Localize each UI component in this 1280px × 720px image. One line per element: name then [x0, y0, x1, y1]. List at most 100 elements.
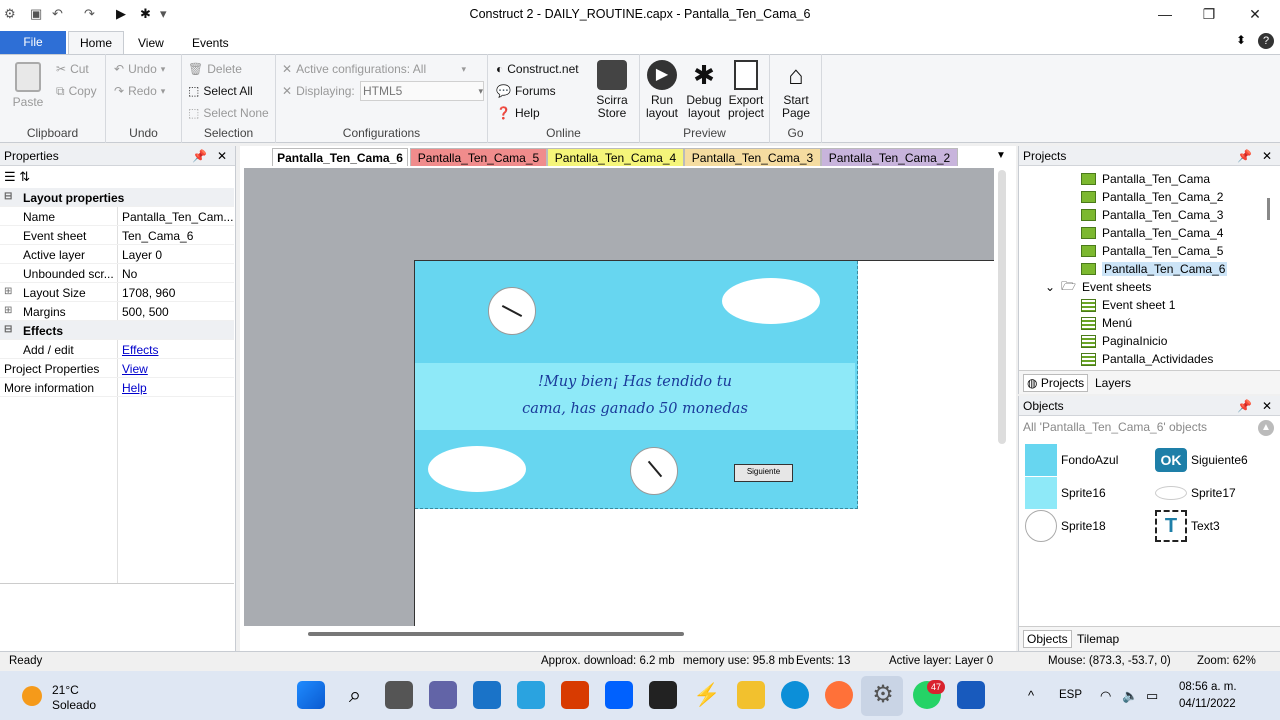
clock-date[interactable]: 04/11/2022 — [1179, 698, 1236, 710]
message-line-2[interactable]: cama, has ganado 50 monedas — [415, 401, 855, 417]
tab-events[interactable]: Events — [180, 33, 241, 54]
firefox-icon[interactable] — [825, 681, 853, 709]
property-row[interactable]: Active layer Layer 0 — [0, 245, 234, 264]
tree-layout-item[interactable]: Pantalla_Ten_Cama_4 — [1081, 224, 1223, 242]
property-row[interactable]: Project Properties View — [0, 359, 234, 378]
collapse-icon[interactable]: ⊟ — [4, 191, 12, 202]
sort-alpha-icon[interactable]: ⇅ — [19, 169, 30, 184]
doc-tab[interactable]: Pantalla_Ten_Cama_6 ✕ — [272, 148, 408, 179]
weather-sun-icon[interactable] — [22, 686, 42, 706]
paste-button[interactable]: Paste — [8, 62, 48, 109]
object-text3[interactable]: T Text3 — [1155, 510, 1220, 542]
vertical-scrollbar[interactable] — [998, 170, 1006, 444]
battery-icon[interactable]: ▭ — [1146, 688, 1158, 704]
vscode-icon[interactable]: ⚡ — [693, 681, 721, 709]
doc-tab[interactable]: Pantalla_Ten_Cama_3 — [684, 148, 821, 166]
tab-file[interactable]: File — [0, 31, 66, 54]
property-row[interactable]: ⊞ Margins 500, 500 — [0, 302, 234, 321]
close-icon[interactable]: ✕ — [1262, 149, 1272, 163]
property-row[interactable]: ⊟ Effects — [0, 321, 234, 340]
search-icon[interactable]: ⌕ — [341, 681, 369, 709]
object-siguiente6[interactable]: OK Siguiente6 — [1155, 444, 1248, 476]
undo-icon[interactable]: ↶ — [52, 6, 63, 22]
construct-net-link[interactable]: ◐ Construct.net — [496, 60, 579, 78]
object-sprite16[interactable]: Sprite16 — [1025, 477, 1106, 509]
pin-icon[interactable]: 📌 — [192, 149, 207, 163]
property-value[interactable]: Effects — [122, 343, 158, 357]
tree-scrollbar[interactable] — [1267, 198, 1270, 220]
start-page-button[interactable]: ⌂ Start Page — [776, 60, 816, 120]
expand-icon[interactable]: ⊞ — [4, 305, 12, 316]
clock-time[interactable]: 08:56 a. m. — [1179, 681, 1237, 693]
message-line-1[interactable]: !Muy bien¡ Has tendido tu — [415, 374, 855, 390]
select-all-button[interactable]: ⬚ Select All — [188, 82, 253, 100]
file-explorer-icon[interactable] — [737, 681, 765, 709]
property-value[interactable]: Help — [122, 381, 147, 395]
up-icon[interactable]: ▲ — [1258, 420, 1274, 436]
office-icon[interactable] — [561, 681, 589, 709]
tree-layout-item[interactable]: Pantalla_Ten_Cama_6 — [1081, 260, 1228, 278]
active-configurations-dropdown[interactable]: ✕ Active configurations: All ▾ — [282, 60, 466, 78]
tree-event-sheet-item[interactable]: PaginaInicio — [1081, 332, 1167, 350]
language-indicator[interactable]: ESP — [1059, 689, 1082, 701]
tree-folder-event-sheets[interactable]: ⌄ 🗁 Event sheets — [1045, 278, 1151, 296]
clock-sprite[interactable] — [488, 287, 536, 335]
property-row[interactable]: Name Pantalla_Ten_Cam... — [0, 207, 234, 226]
tree-event-sheet-item[interactable]: Pantalla_Actividades — [1081, 350, 1213, 368]
undo-button[interactable]: ↶ Undo ▾ — [114, 60, 165, 78]
restore-button[interactable]: ❐ — [1194, 6, 1224, 23]
edge-icon[interactable] — [781, 681, 809, 709]
objects-filter[interactable]: All 'Pantalla_Ten_Cama_6' objects — [1019, 416, 1280, 438]
tab-layers[interactable]: Layers — [1095, 376, 1131, 390]
select-none-button[interactable]: ⬚ Select None — [188, 104, 269, 122]
property-row[interactable]: ⊟ Layout properties — [0, 188, 234, 207]
categorized-icon[interactable]: ☰ — [4, 169, 16, 184]
cloud-sprite[interactable] — [428, 446, 526, 492]
chevron-down-icon[interactable]: ⌄ — [1045, 280, 1055, 294]
forums-link[interactable]: 💬 Forums — [496, 82, 556, 100]
task-view-icon[interactable] — [385, 681, 413, 709]
start-icon[interactable] — [297, 681, 325, 709]
word-icon[interactable] — [957, 681, 985, 709]
terminal-icon[interactable] — [649, 681, 677, 709]
tree-layout-item[interactable]: Pantalla_Ten_Cama_2 — [1081, 188, 1223, 206]
doc-tab[interactable]: Pantalla_Ten_Cama_2 — [821, 148, 958, 166]
property-value[interactable]: View — [122, 362, 148, 376]
tab-view[interactable]: View — [126, 33, 176, 54]
debug-layout-button[interactable]: ✱ Debug layout — [684, 60, 724, 120]
redo-button[interactable]: ↷ Redo ▾ — [114, 82, 165, 100]
siguiente-button[interactable]: Siguiente — [734, 464, 793, 482]
close-icon[interactable]: ✕ — [1262, 399, 1272, 413]
tray-chevron-icon[interactable]: ^ — [1028, 688, 1034, 703]
delete-button[interactable]: 🗑 Delete — [188, 60, 242, 78]
object-sprite17[interactable]: Sprite17 — [1155, 477, 1236, 509]
tab-home[interactable]: Home — [68, 31, 124, 55]
run-icon[interactable]: ▶ — [116, 6, 126, 22]
help-link[interactable]: ❓ Help — [496, 104, 540, 122]
property-row[interactable]: Unbounded scr... No — [0, 264, 234, 283]
help-icon[interactable]: ? — [1258, 33, 1274, 49]
clock-sprite[interactable] — [630, 447, 678, 495]
cloud-sprite[interactable] — [722, 278, 820, 324]
tab-list-icon[interactable]: ▼ — [996, 150, 1006, 161]
close-button[interactable]: ✕ — [1240, 6, 1270, 23]
pin-icon[interactable]: 📌 — [1237, 149, 1252, 163]
customize-icon[interactable]: ▾ — [160, 6, 167, 22]
minimize-button[interactable]: — — [1150, 6, 1180, 22]
cut-button[interactable]: ✂ Cut — [56, 60, 89, 78]
weather-temp[interactable]: 21°C — [52, 683, 79, 697]
store-icon[interactable] — [517, 681, 545, 709]
tab-projects[interactable]: ◍ Projects — [1023, 374, 1089, 392]
tree-event-sheet-item[interactable]: Menú — [1081, 314, 1132, 332]
redo-icon[interactable]: ↷ — [84, 6, 95, 22]
tab-objects[interactable]: Objects — [1023, 630, 1072, 648]
property-row[interactable]: More information Help — [0, 378, 234, 397]
property-row[interactable]: Add / edit Effects — [0, 340, 234, 359]
debug-icon[interactable]: ✱ — [140, 6, 151, 22]
collapse-icon[interactable]: ⊟ — [4, 324, 12, 335]
tab-tilemap[interactable]: Tilemap — [1077, 632, 1119, 646]
weather-condition[interactable]: Soleado — [52, 698, 96, 712]
close-icon[interactable]: ✕ — [217, 149, 227, 163]
ribbon-collapse-icon[interactable]: ⬍ — [1236, 33, 1246, 47]
wifi-icon[interactable]: ◠ — [1100, 688, 1111, 704]
